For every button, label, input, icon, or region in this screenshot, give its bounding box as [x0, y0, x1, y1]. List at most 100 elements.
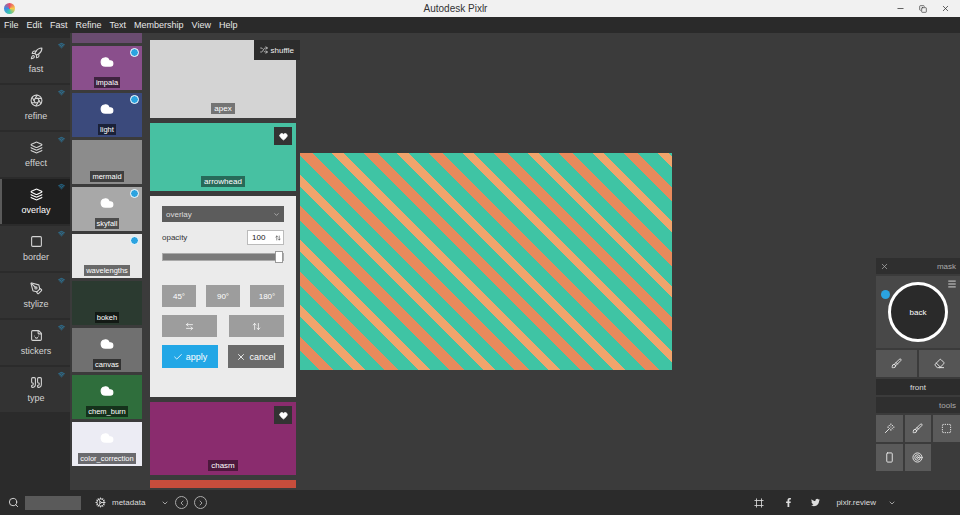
- thumbnail[interactable]: impala: [72, 46, 142, 90]
- marquee-button[interactable]: [933, 415, 960, 442]
- menu-item[interactable]: File: [4, 20, 19, 30]
- thumbnail[interactable]: mermaid: [72, 140, 142, 184]
- tool-icon: [30, 329, 43, 342]
- sidebar-item[interactable]: overlay: [0, 179, 70, 224]
- eraser-button[interactable]: [919, 350, 960, 377]
- premium-badge: [130, 95, 139, 104]
- previous-button[interactable]: [175, 496, 188, 509]
- flip-vertical-button[interactable]: [229, 315, 284, 337]
- close-icon[interactable]: [941, 4, 950, 13]
- thumbnail[interactable]: color_correction: [72, 422, 142, 466]
- brush-icon: [891, 358, 902, 369]
- sync-icon: [58, 230, 65, 237]
- sync-icon: [58, 371, 65, 378]
- shuffle-button[interactable]: shuffle: [254, 40, 300, 60]
- thumbnail[interactable]: bokeh: [72, 281, 142, 325]
- menu-icon[interactable]: [947, 279, 957, 289]
- layer-badge: [881, 290, 890, 299]
- sync-icon: [58, 324, 65, 331]
- spin-arrows-icon[interactable]: [275, 235, 281, 241]
- chevron-down-icon[interactable]: [888, 499, 896, 507]
- opacity-spinner[interactable]: 100: [247, 230, 284, 245]
- overlay-card[interactable]: arrowhead: [150, 123, 296, 191]
- menu-item[interactable]: Refine: [76, 20, 102, 30]
- chevron-down-icon[interactable]: [161, 499, 169, 507]
- sidebar-item[interactable]: type: [0, 367, 70, 412]
- search-icon[interactable]: [8, 497, 19, 508]
- restore-icon[interactable]: [919, 5, 927, 13]
- heart-icon[interactable]: [274, 406, 292, 424]
- rotate-button[interactable]: 90°: [206, 285, 240, 307]
- target-icon: [912, 452, 923, 463]
- heart-icon[interactable]: [274, 127, 292, 145]
- sidebar-item[interactable]: effect: [0, 132, 70, 177]
- menu-item[interactable]: Edit: [27, 20, 43, 30]
- flip-horizontal-button[interactable]: [162, 315, 217, 337]
- slider-handle[interactable]: [275, 251, 283, 263]
- overlay-card[interactable]: [150, 480, 296, 488]
- brush-tool-button[interactable]: [905, 415, 932, 442]
- close-icon[interactable]: [880, 262, 889, 271]
- overlay-settings: overlay opacity 100 45° 90° 180° apply cancel: [150, 196, 296, 397]
- menu-item[interactable]: Help: [219, 20, 238, 30]
- facebook-icon[interactable]: [784, 498, 793, 507]
- apply-button[interactable]: apply: [162, 345, 218, 368]
- focus-tool-button[interactable]: [905, 444, 932, 471]
- zoom-field[interactable]: [25, 496, 81, 510]
- magic-wand-button[interactable]: [876, 415, 903, 442]
- cancel-button[interactable]: cancel: [228, 345, 284, 368]
- brush-button[interactable]: [876, 350, 917, 377]
- opacity-label: opacity: [162, 233, 187, 242]
- thumbnail[interactable]: wavelengths: [72, 234, 142, 278]
- rotate-button[interactable]: 45°: [162, 285, 196, 307]
- frame-icon[interactable]: [754, 498, 764, 508]
- sidebar-item[interactable]: fast: [0, 38, 70, 83]
- canvas-area: [296, 33, 876, 490]
- chevron-left-icon: [178, 499, 186, 507]
- menu-item[interactable]: Membership: [134, 20, 184, 30]
- sidebar-item[interactable]: stylize: [0, 273, 70, 318]
- twitter-icon[interactable]: [811, 498, 820, 507]
- blend-mode-dropdown[interactable]: overlay: [162, 206, 284, 222]
- magic-wand-icon: [884, 423, 895, 434]
- menu-item[interactable]: Text: [110, 20, 127, 30]
- metadata-icon[interactable]: [95, 497, 106, 508]
- opacity-slider[interactable]: [162, 253, 284, 261]
- marquee-icon: [941, 423, 952, 434]
- premium-badge: [130, 236, 139, 245]
- metadata-label[interactable]: metadata: [112, 498, 145, 507]
- chevron-down-icon: [273, 211, 280, 218]
- thumbnail[interactable]: [72, 33, 142, 43]
- tool-icon: [30, 141, 43, 154]
- tool-grid: [876, 415, 960, 471]
- tool-icon: [30, 235, 43, 248]
- layer-thumbnail[interactable]: back: [888, 282, 948, 342]
- sync-icon: [58, 136, 65, 143]
- next-button[interactable]: [194, 496, 207, 509]
- eraser-icon: [934, 358, 945, 369]
- menu-item[interactable]: Fast: [50, 20, 68, 30]
- sync-icon: [58, 42, 65, 49]
- overlay-card[interactable]: chasm: [150, 402, 296, 475]
- menu-item[interactable]: View: [192, 20, 211, 30]
- mask-header: mask: [876, 258, 960, 274]
- photo[interactable]: [300, 153, 672, 370]
- tool-icon: [30, 47, 43, 60]
- back-layer[interactable]: back: [876, 276, 960, 348]
- sidebar-item[interactable]: refine: [0, 85, 70, 130]
- premium-badge: [130, 189, 139, 198]
- front-layer[interactable]: front: [876, 379, 960, 395]
- thumbnail[interactable]: skyfall: [72, 187, 142, 231]
- rotate-button[interactable]: 180°: [250, 285, 284, 307]
- sidebar-item[interactable]: border: [0, 226, 70, 271]
- x-icon: [236, 352, 246, 362]
- minimize-icon[interactable]: [896, 4, 905, 13]
- cloud-download-icon: [100, 196, 114, 210]
- thumbnail[interactable]: canvas: [72, 328, 142, 372]
- sidebar-item[interactable]: stickers: [0, 320, 70, 365]
- tool-icon: [30, 94, 43, 107]
- review-link[interactable]: pixlr.review: [836, 498, 876, 507]
- thumbnail[interactable]: light: [72, 93, 142, 137]
- thumbnail[interactable]: chem_burn: [72, 375, 142, 419]
- bar-tool-button[interactable]: [876, 444, 903, 471]
